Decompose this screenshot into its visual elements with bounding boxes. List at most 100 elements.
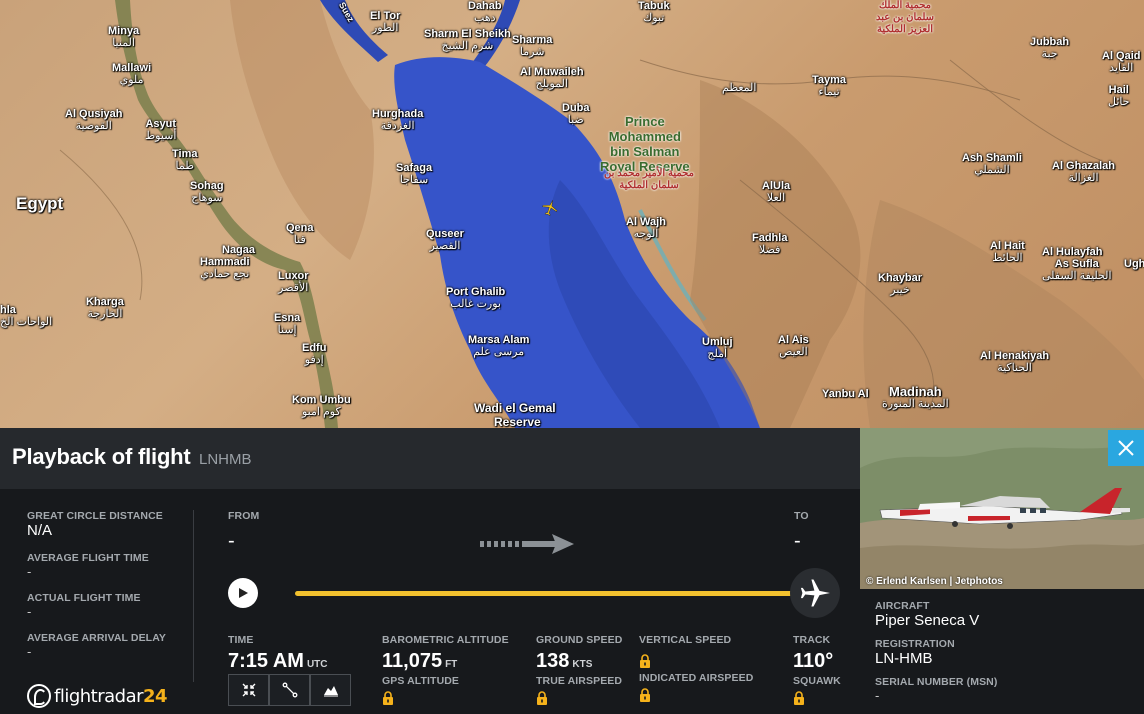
map-label-alhait[interactable]: Al Hait الحائط bbox=[990, 240, 1025, 264]
map-label-alula[interactable]: AlUla العلا bbox=[762, 180, 790, 204]
map-terrain bbox=[59, 0, 1144, 428]
map-label-kharga[interactable]: Kharga الخارجة bbox=[86, 296, 124, 320]
map-label-egypt[interactable]: Egypt bbox=[16, 195, 63, 212]
lock-icon[interactable] bbox=[639, 654, 651, 668]
map-label-esna[interactable]: Esna إسنا bbox=[274, 312, 300, 336]
map-label-sharma[interactable]: Sharma شرما bbox=[512, 34, 552, 58]
logo-text: flightradar bbox=[54, 685, 144, 707]
map-label-hammadi[interactable]: Hammadi نجع حمادي bbox=[200, 256, 250, 280]
stat-value: - bbox=[27, 564, 32, 579]
altitude-graph-button[interactable] bbox=[310, 674, 351, 706]
close-icon bbox=[1118, 440, 1134, 456]
map-label-almuwaileh[interactable]: Al Muwaileh المويلح bbox=[520, 66, 584, 90]
aircraft-photo-image bbox=[860, 428, 1144, 589]
aircraft-marker-icon[interactable] bbox=[540, 198, 560, 218]
map-label-ashshamli[interactable]: Ash Shamli الشملي bbox=[962, 152, 1022, 176]
map-label-quseer[interactable]: Quseer القصير bbox=[426, 228, 464, 252]
map-label-tayma[interactable]: Tayma تيماء bbox=[812, 74, 846, 98]
aircraft-info-panel: © Erlend Karlsen | Jetphotos AIRCRAFT Pi… bbox=[860, 428, 1144, 714]
map-label-alqaid[interactable]: Al Qaid القايد bbox=[1102, 50, 1141, 74]
divider bbox=[193, 510, 194, 682]
map-label-ughl[interactable]: Ughl bbox=[1124, 258, 1144, 270]
route-icon bbox=[282, 682, 297, 698]
aircraft-photo[interactable]: © Erlend Karlsen | Jetphotos bbox=[860, 428, 1144, 589]
map-label-minya[interactable]: Minya المنيا bbox=[108, 25, 139, 49]
stat-label: ACTUAL FLIGHT TIME bbox=[27, 592, 141, 604]
map-label-marsaalam[interactable]: Marsa Alam مرسى علم bbox=[468, 334, 529, 358]
map-label-eltor[interactable]: El Tor الطور bbox=[370, 10, 400, 34]
map-label-reserve[interactable]: Reserve bbox=[494, 416, 541, 428]
time-label: TIME bbox=[228, 634, 254, 646]
map-label-alwajh[interactable]: Al Wajh الوجه bbox=[626, 216, 666, 240]
play-button[interactable] bbox=[228, 578, 258, 608]
map-label-safaga[interactable]: Safaga سفاجا bbox=[396, 162, 432, 186]
lock-icon[interactable] bbox=[639, 688, 651, 702]
map-label-alghazalah[interactable]: Al Ghazalah الغزالة bbox=[1052, 160, 1115, 184]
map-label-alhulayfah[interactable]: Al Hulayfah bbox=[1042, 246, 1103, 258]
lock-icon[interactable] bbox=[793, 691, 805, 705]
stat-value: N/A bbox=[27, 522, 53, 539]
map-label-madinah[interactable]: Madinah المدينة المنورة bbox=[882, 385, 949, 410]
time-readout: TIME 7:15 AM UTC bbox=[228, 634, 328, 673]
map-label-almutam[interactable]: المعظم bbox=[722, 82, 756, 94]
map-label-alais[interactable]: Al Ais العيص bbox=[778, 334, 809, 358]
map-label-dahab[interactable]: Dahab دهب bbox=[468, 0, 502, 24]
airplane-icon bbox=[800, 579, 830, 607]
map-label-edfu[interactable]: Edfu إدفو bbox=[302, 342, 326, 366]
map-label-alwahat[interactable]: hla الواحات الخ bbox=[0, 304, 52, 328]
map-label-qena[interactable]: Qena قنا bbox=[286, 222, 314, 246]
map-label-hail[interactable]: Hail حائل bbox=[1108, 84, 1130, 108]
stat-label: AVERAGE FLIGHT TIME bbox=[27, 552, 149, 564]
map-label-komumbu[interactable]: Kom Umbu كوم امبو bbox=[292, 394, 351, 418]
map-label-mallawi[interactable]: Mallawi ملوي bbox=[112, 62, 151, 86]
photo-credit[interactable]: © Erlend Karlsen | Jetphotos bbox=[866, 576, 1003, 587]
msn-label: SERIAL NUMBER (MSN) bbox=[875, 676, 998, 688]
indicated-airspeed-label: INDICATED AIRSPEED bbox=[639, 672, 754, 684]
map-label-sharm[interactable]: Sharm El Sheikh شرم الشيخ bbox=[424, 28, 511, 52]
ground-speed-label: GROUND SPEED bbox=[536, 634, 623, 646]
stat-label: GREAT CIRCLE DISTANCE bbox=[27, 510, 163, 522]
origin: FROM - bbox=[228, 510, 259, 553]
flightradar24-logo[interactable]: flightradar24 bbox=[27, 684, 168, 708]
map-label-alhenakiyah[interactable]: Al Henakiyah الحناكية bbox=[980, 350, 1049, 374]
map-label-hurghada[interactable]: Hurghada الغردقة bbox=[372, 108, 423, 132]
map-label-nagaa[interactable]: Nagaa bbox=[222, 244, 255, 256]
map-label-tima[interactable]: Tima طما bbox=[172, 148, 197, 172]
map-label-umluj[interactable]: Umluj أملج bbox=[702, 336, 733, 360]
track-value: 110° bbox=[793, 650, 834, 672]
map-label-sohag[interactable]: Sohag سوهاج bbox=[190, 180, 224, 204]
map-label-duba[interactable]: Duba ضبا bbox=[562, 102, 590, 126]
map-label-assufla[interactable]: As Sufla الحليفة السفلى bbox=[1042, 258, 1112, 282]
altitude-graph-icon bbox=[323, 686, 338, 697]
route-button[interactable] bbox=[269, 674, 310, 706]
map-view[interactable]: Minya المنيا Mallawi ملوي Al Qusiyah القوصي… bbox=[0, 0, 1144, 428]
to-value: - bbox=[794, 530, 801, 552]
close-button[interactable] bbox=[1108, 430, 1144, 466]
map-label-portghalib[interactable]: Port Ghalib بورت غالب bbox=[446, 286, 505, 310]
time-unit: UTC bbox=[306, 659, 328, 670]
ground-speed-readout: GROUND SPEED 138 KTS TRUE AIRSPEED bbox=[536, 634, 622, 705]
aircraft-focus-button[interactable] bbox=[790, 568, 840, 618]
map-label-alqusiyah[interactable]: Al Qusiyah القوصية bbox=[65, 108, 122, 132]
map-label-wadielgemal[interactable]: Wadi el Gemal bbox=[474, 402, 556, 414]
playback-progress-bar[interactable] bbox=[295, 591, 815, 596]
stat-value: - bbox=[27, 604, 32, 619]
registration-value: LN-HMB bbox=[875, 650, 933, 667]
gps-altitude-label: GPS ALTITUDE bbox=[382, 675, 460, 687]
lock-icon[interactable] bbox=[536, 691, 548, 705]
lock-icon[interactable] bbox=[382, 691, 394, 705]
play-icon bbox=[239, 588, 248, 598]
collapse-button[interactable] bbox=[228, 674, 269, 706]
map-label-tabuk[interactable]: Tabuk تبوك bbox=[638, 0, 670, 24]
map-label-fadhla[interactable]: Fadhla فضلا bbox=[752, 232, 787, 256]
aircraft-type: AIRCRAFT Piper Seneca V bbox=[875, 600, 997, 629]
map-label-luxor[interactable]: Luxor الأقصر bbox=[278, 270, 309, 294]
map-label-yanbu[interactable]: Yanbu Al bbox=[822, 388, 869, 400]
stat-label: AVERAGE ARRIVAL DELAY bbox=[27, 632, 167, 644]
map-label-royal-reserve[interactable]: Prince Mohammed bin Salman Royal Reserve bbox=[600, 114, 690, 174]
track-readout: TRACK 110° SQUAWK bbox=[793, 634, 841, 705]
map-label-asyut[interactable]: Asyut أسيوط bbox=[145, 118, 176, 142]
map-label-jubbah[interactable]: Jubbah جبة bbox=[1030, 36, 1069, 60]
map-label-khaybar[interactable]: Khaybar خيبر bbox=[878, 272, 922, 296]
from-value: - bbox=[228, 530, 235, 552]
